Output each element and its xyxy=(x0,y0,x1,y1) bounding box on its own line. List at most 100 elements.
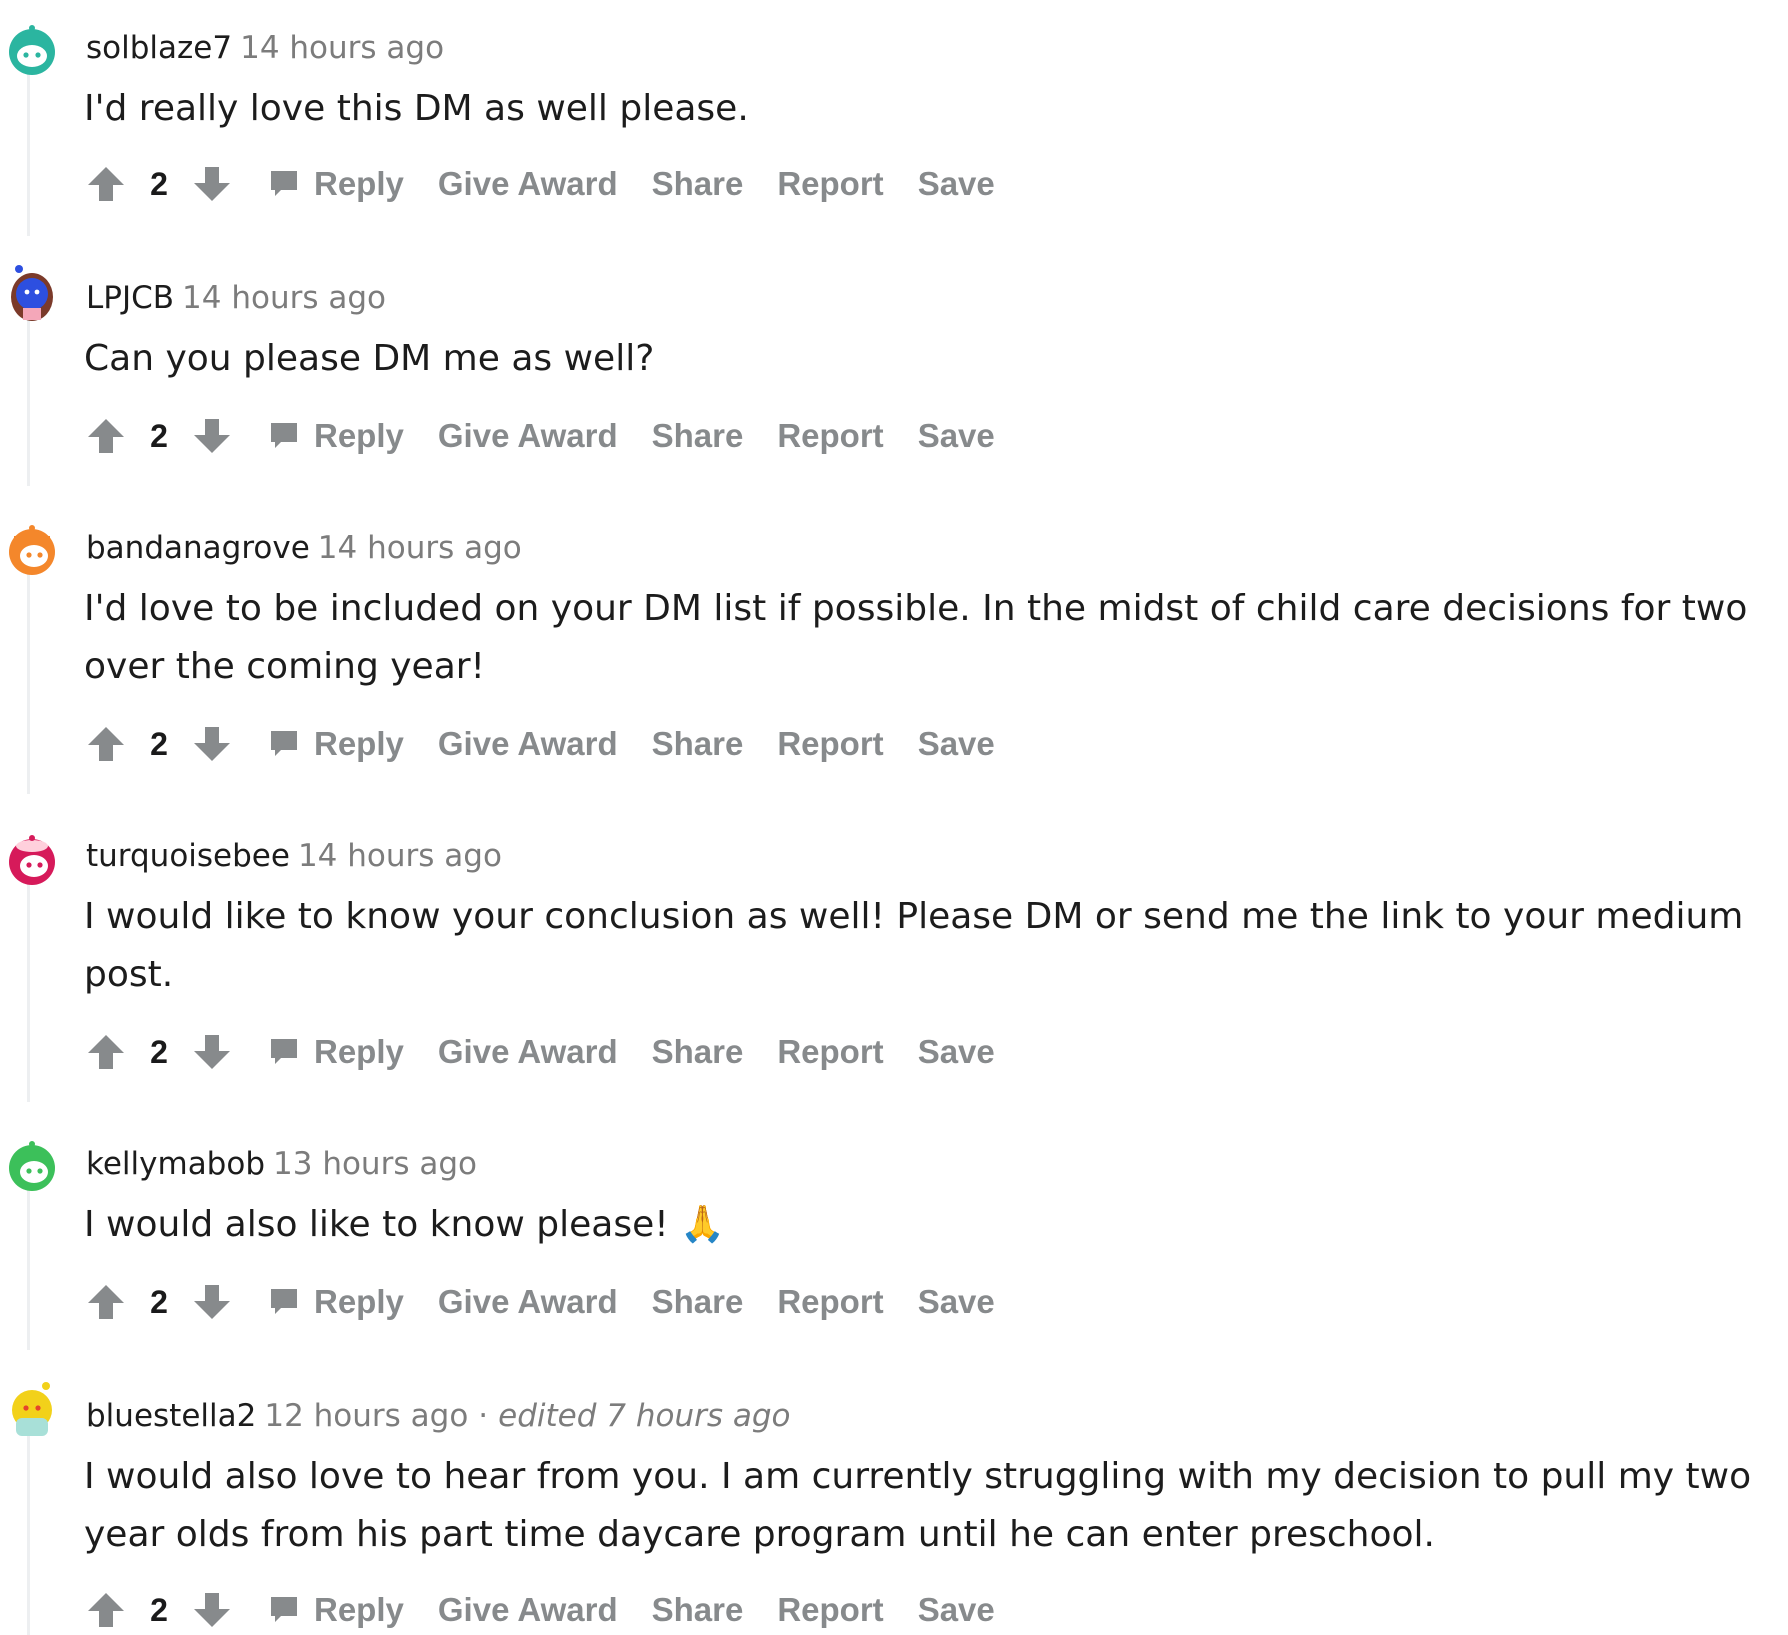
downvote-button[interactable] xyxy=(190,162,234,206)
comment-author[interactable]: bandanagrove xyxy=(86,530,310,566)
comment-time[interactable]: 14 hours ago xyxy=(240,30,444,66)
give-award-button[interactable]: Give Award xyxy=(438,1591,618,1629)
meta-separator: · xyxy=(478,1398,489,1434)
comment-actions: 2 Reply Give Award Share Report Save xyxy=(84,722,995,766)
reply-button[interactable]: Reply xyxy=(268,1033,404,1071)
share-button[interactable]: Share xyxy=(652,725,744,763)
save-button[interactable]: Save xyxy=(918,417,995,455)
save-button[interactable]: Save xyxy=(918,1591,995,1629)
comment-meta: bluestella2 12 hours ago · edited 7 hours a… xyxy=(86,1396,791,1436)
upvote-button[interactable] xyxy=(84,414,128,458)
comment-author[interactable]: LPJCB xyxy=(86,280,174,316)
thread-line[interactable] xyxy=(27,1180,30,1350)
comment-time[interactable]: 14 hours ago xyxy=(182,280,386,316)
snoo-avatar-icon[interactable] xyxy=(6,524,58,576)
save-button[interactable]: Save xyxy=(918,725,995,763)
share-button[interactable]: Share xyxy=(652,1033,744,1071)
comment-body-line: I would also love to hear from you. I am… xyxy=(84,1456,1752,1497)
thread-line[interactable] xyxy=(27,66,30,236)
downvote-button[interactable] xyxy=(190,722,234,766)
report-button[interactable]: Report xyxy=(777,1591,883,1629)
comment-meta: solblaze7 14 hours ago xyxy=(86,28,444,68)
share-button[interactable]: Share xyxy=(652,1591,744,1629)
upvote-button[interactable] xyxy=(84,162,128,206)
report-button[interactable]: Report xyxy=(777,417,883,455)
comment-time[interactable]: 14 hours ago xyxy=(318,530,522,566)
comment-actions: 2 Reply Give Award Share Report Save xyxy=(84,1280,995,1324)
share-button[interactable]: Share xyxy=(652,1283,744,1321)
downvote-button[interactable] xyxy=(190,1588,234,1632)
comment-body: Can you please DM me as well? xyxy=(84,330,1784,388)
give-award-button[interactable]: Give Award xyxy=(438,417,618,455)
comment-author[interactable]: kellymabob xyxy=(86,1146,265,1182)
vote-score: 2 xyxy=(150,417,168,454)
comment-body-line: over the coming year! xyxy=(84,646,485,687)
comment-author[interactable]: turquoisebee xyxy=(86,838,290,874)
comment-body-line: I would also like to know please! 🙏 xyxy=(84,1204,725,1245)
give-award-button[interactable]: Give Award xyxy=(438,1033,618,1071)
comment-author[interactable]: solblaze7 xyxy=(86,30,232,66)
reply-button[interactable]: Reply xyxy=(268,1591,404,1629)
comment-body: I would also love to hear from you. I am… xyxy=(84,1448,1784,1564)
comment-body-line: post. xyxy=(84,954,174,995)
downvote-arrow-icon xyxy=(194,1593,230,1627)
upvote-button[interactable] xyxy=(84,722,128,766)
upvote-arrow-icon xyxy=(88,1285,124,1319)
snoo-avatar-icon[interactable] xyxy=(6,834,58,886)
reply-button[interactable]: Reply xyxy=(268,165,404,203)
comment-author[interactable]: bluestella2 xyxy=(86,1398,256,1434)
give-award-button[interactable]: Give Award xyxy=(438,725,618,763)
report-button[interactable]: Report xyxy=(777,165,883,203)
save-button[interactable]: Save xyxy=(918,1283,995,1321)
vote-score: 2 xyxy=(150,1033,168,1070)
thread-line[interactable] xyxy=(27,564,30,794)
comment-body-line: I would like to know your conclusion as … xyxy=(84,896,1744,937)
save-button[interactable]: Save xyxy=(918,165,995,203)
share-button[interactable]: Share xyxy=(652,417,744,455)
upvote-button[interactable] xyxy=(84,1588,128,1632)
reply-button[interactable]: Reply xyxy=(268,725,404,763)
give-award-button[interactable]: Give Award xyxy=(438,165,618,203)
comment-actions: 2 Reply Give Award Share Report Save xyxy=(84,1030,995,1074)
upvote-button[interactable] xyxy=(84,1030,128,1074)
comment-time[interactable]: 12 hours ago xyxy=(264,1398,468,1434)
reply-button[interactable]: Reply xyxy=(268,417,404,455)
snoo-avatar-icon[interactable] xyxy=(6,1140,58,1192)
upvote-button[interactable] xyxy=(84,1280,128,1324)
reply-label: Reply xyxy=(314,1033,404,1070)
upvote-arrow-icon xyxy=(88,1035,124,1069)
comment-actions: 2 Reply Give Award Share Report Save xyxy=(84,1588,995,1632)
report-button[interactable]: Report xyxy=(777,1283,883,1321)
comment-time[interactable]: 13 hours ago xyxy=(273,1146,477,1182)
reply-button[interactable]: Reply xyxy=(268,1283,404,1321)
thread-line[interactable] xyxy=(27,316,30,486)
downvote-button[interactable] xyxy=(190,1280,234,1324)
comment-bubble-icon xyxy=(268,168,300,200)
reply-label: Reply xyxy=(314,725,404,762)
report-button[interactable]: Report xyxy=(777,1033,883,1071)
comment-time[interactable]: 14 hours ago xyxy=(298,838,502,874)
downvote-arrow-icon xyxy=(194,419,230,453)
thread-line[interactable] xyxy=(27,872,30,1102)
comment-body: I'd love to be included on your DM list … xyxy=(84,580,1784,696)
snoo-avatar-icon[interactable] xyxy=(6,1380,58,1436)
downvote-button[interactable] xyxy=(190,1030,234,1074)
comment-bubble-icon xyxy=(268,420,300,452)
give-award-button[interactable]: Give Award xyxy=(438,1283,618,1321)
snoo-avatar-icon[interactable] xyxy=(6,24,58,76)
share-button[interactable]: Share xyxy=(652,165,744,203)
vote-score: 2 xyxy=(150,1591,168,1628)
save-button[interactable]: Save xyxy=(918,1033,995,1071)
comment-body: I would also like to know please! 🙏 xyxy=(84,1196,1784,1254)
downvote-button[interactable] xyxy=(190,414,234,458)
report-button[interactable]: Report xyxy=(777,725,883,763)
comment-actions: 2 Reply Give Award Share Report Save xyxy=(84,414,995,458)
downvote-arrow-icon xyxy=(194,727,230,761)
reply-label: Reply xyxy=(314,417,404,454)
thread-line[interactable] xyxy=(27,1432,30,1635)
comment-body-line: I'd really love this DM as well please. xyxy=(84,88,749,129)
reply-label: Reply xyxy=(314,165,404,202)
edited-label: edited 7 hours ago xyxy=(498,1398,791,1434)
reply-label: Reply xyxy=(314,1283,404,1320)
snoo-avatar-icon[interactable] xyxy=(6,264,58,321)
